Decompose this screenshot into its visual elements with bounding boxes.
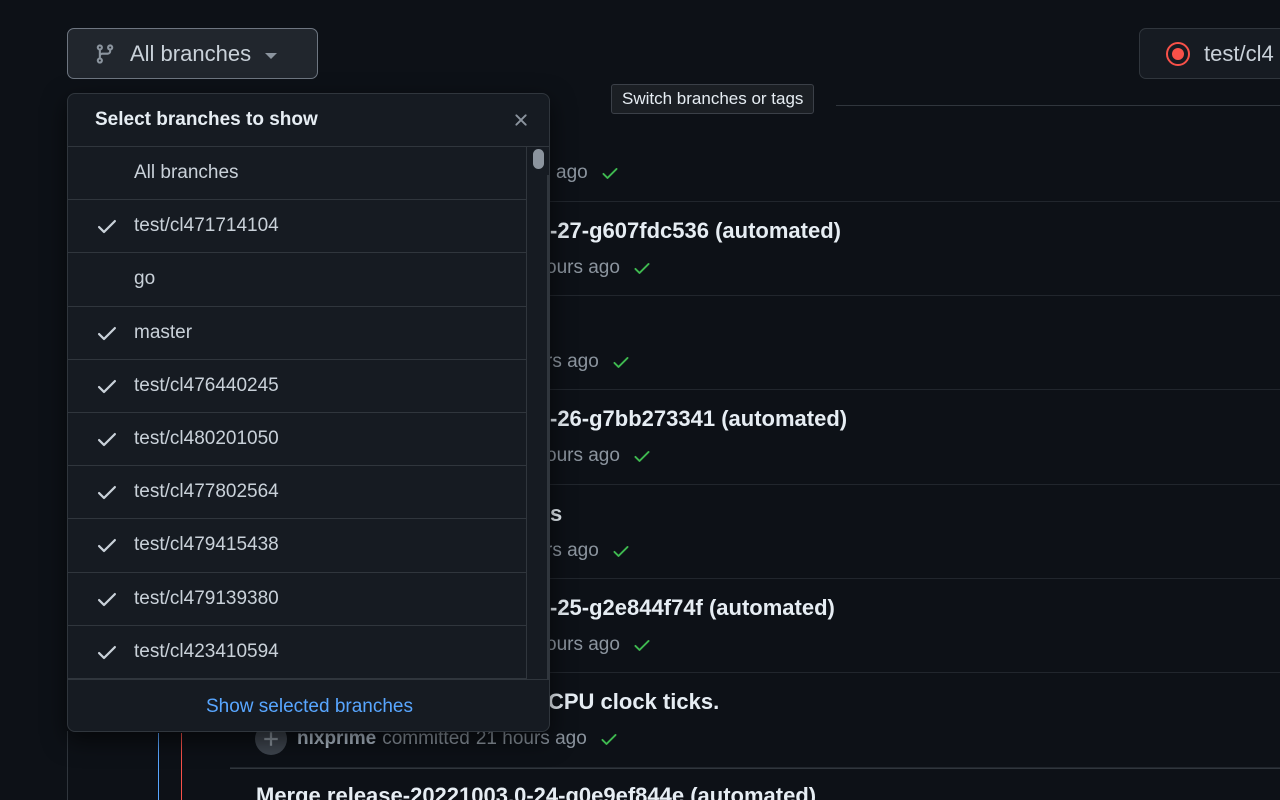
check-icon xyxy=(634,451,650,462)
commit-time: ours ago xyxy=(546,634,620,655)
check-icon xyxy=(613,357,629,368)
check-slot xyxy=(68,587,134,611)
commit-time: ours ago xyxy=(546,257,620,278)
dropdown-title: Select branches to show xyxy=(95,109,318,130)
commit-meta: ours ago xyxy=(546,445,652,467)
branch-option-label: test/cl471714104 xyxy=(134,215,279,237)
checkmark-icon xyxy=(97,220,116,234)
commit-meta: ours ago xyxy=(546,257,652,279)
failure-status-icon xyxy=(1166,41,1190,66)
branch-option-label: master xyxy=(134,321,193,343)
branch-option-label: test/cl480201050 xyxy=(134,428,279,450)
caret-down-icon xyxy=(265,52,278,59)
branch-option[interactable]: test/cl423410594 xyxy=(68,626,526,679)
commit-meta: rs ago xyxy=(546,351,631,373)
branch-option-label: test/cl476440245 xyxy=(134,374,279,396)
branch-list: All branches test/cl471714104 go master test… xyxy=(68,147,526,679)
check-slot xyxy=(68,321,134,345)
check-slot xyxy=(68,640,134,664)
scroll-track xyxy=(547,175,549,679)
branch-option-label: go xyxy=(134,268,156,290)
dropdown-header: Select branches to show xyxy=(68,94,549,147)
branch-option[interactable]: test/cl479139380 xyxy=(68,573,526,626)
branch-option[interactable]: master xyxy=(68,307,526,360)
commit-meta: rs ago xyxy=(546,540,631,562)
branch-option[interactable]: All branches xyxy=(68,147,526,201)
branch-filter-button[interactable]: All branches xyxy=(67,28,318,79)
commit-title[interactable]: CPU clock ticks. xyxy=(548,689,719,715)
branch-option-label: test/cl479415438 xyxy=(134,534,279,556)
branch-option[interactable]: test/cl471714104 xyxy=(68,200,526,254)
branch-option-label: All branches xyxy=(134,162,239,184)
commit-title[interactable]: s xyxy=(550,501,562,527)
checkmark-icon xyxy=(97,379,116,393)
branch-select-dropdown: Select branches to show All branches test… xyxy=(67,93,550,732)
commit-row[interactable]: Merge release-20221003.0-24-g0e9ef844e (… xyxy=(230,768,1280,800)
check-slot xyxy=(68,480,134,504)
branch-filter-label: All branches xyxy=(130,40,252,66)
check-icon xyxy=(634,263,650,274)
checkmark-icon xyxy=(97,433,116,447)
check-icon xyxy=(601,734,617,745)
check-slot xyxy=(68,533,134,557)
checkmark-icon xyxy=(97,326,116,340)
close-icon[interactable] xyxy=(511,110,531,130)
branch-option-label: test/cl477802564 xyxy=(134,481,279,503)
commit-time: rs ago xyxy=(546,351,599,372)
branch-option[interactable]: test/cl479415438 xyxy=(68,519,526,573)
check-slot xyxy=(68,374,134,398)
commit-title[interactable]: -27-g607fdc536 (automated) xyxy=(550,218,841,244)
check-slot xyxy=(68,427,134,451)
check-slot xyxy=(68,214,134,238)
git-branch-icon xyxy=(96,43,114,64)
commit-meta: ago xyxy=(556,162,620,184)
checkmark-icon xyxy=(97,592,116,606)
check-icon xyxy=(602,168,618,179)
scroll-thumb[interactable] xyxy=(533,149,544,169)
branch-option-label: test/cl479139380 xyxy=(134,587,279,609)
show-selected-branches-link[interactable]: Show selected branches xyxy=(206,696,413,718)
check-icon xyxy=(634,640,650,651)
branch-option[interactable]: go xyxy=(68,253,526,307)
commit-time: ago xyxy=(556,162,588,183)
dropdown-footer: Show selected branches xyxy=(68,679,549,731)
commit-time: rs ago xyxy=(546,540,599,561)
current-branch-label: test/cl4 xyxy=(1204,40,1274,66)
graph-border xyxy=(67,731,68,800)
user-avatar-icon xyxy=(264,732,278,746)
checkmark-icon xyxy=(97,645,116,659)
commit-time: ours ago xyxy=(546,445,620,466)
scrollbar[interactable] xyxy=(526,147,549,679)
checkmark-icon xyxy=(97,486,116,500)
branch-option[interactable]: test/cl477802564 xyxy=(68,466,526,520)
branch-option[interactable]: test/cl476440245 xyxy=(68,360,526,413)
commit-title[interactable]: -26-g7bb273341 (automated) xyxy=(550,406,847,432)
branch-option-label: test/cl423410594 xyxy=(134,640,279,662)
check-icon xyxy=(613,546,629,557)
commit-title[interactable]: Merge release-20221003.0-24-g0e9ef844e (… xyxy=(256,783,816,800)
commit-title[interactable]: -25-g2e844f74f (automated) xyxy=(550,595,835,621)
branch-graph-line xyxy=(158,733,159,800)
current-branch-button[interactable]: test/cl4 xyxy=(1139,28,1280,79)
checkmark-icon xyxy=(97,539,116,553)
branch-graph-line xyxy=(181,733,182,800)
commit-meta: ours ago xyxy=(546,634,652,656)
branch-option[interactable]: test/cl480201050 xyxy=(68,413,526,467)
